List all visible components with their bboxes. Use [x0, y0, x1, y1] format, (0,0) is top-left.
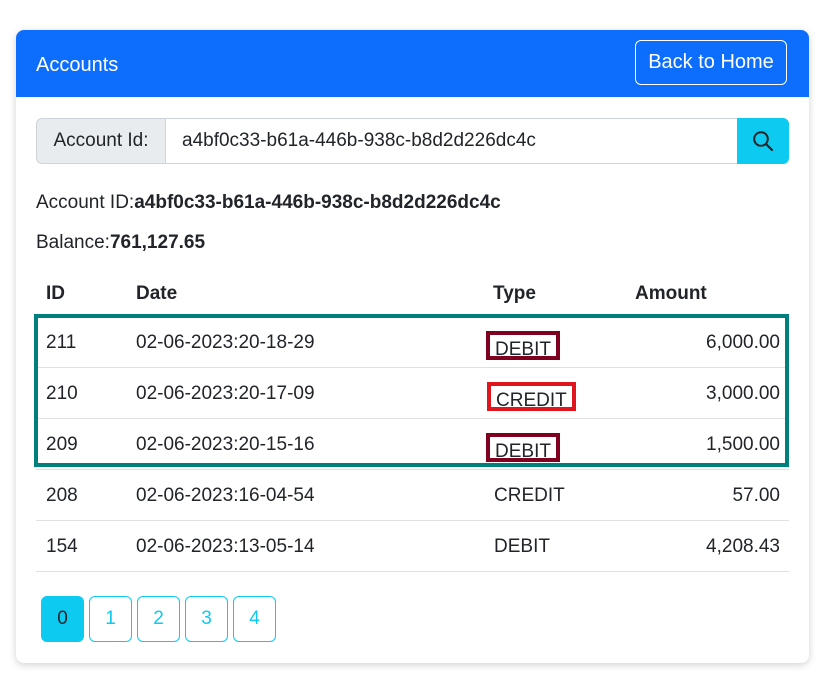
- row-amount: 6,000.00: [706, 332, 780, 353]
- column-header-amount: Amount: [635, 283, 707, 304]
- table-row: 208 02-06-2023:16-04-54 CREDIT 57.00: [36, 470, 789, 521]
- balance-line: Balance:761,127.65: [36, 232, 205, 254]
- row-amount: 1,500.00: [706, 434, 780, 455]
- accounts-card: Accounts Back to Home Account Id: Accoun…: [16, 30, 809, 663]
- card-header: Accounts Back to Home: [16, 30, 809, 97]
- account-id-label: Account Id:: [36, 118, 166, 164]
- page-button-3[interactable]: 3: [185, 596, 228, 642]
- row-id: 208: [46, 485, 78, 506]
- row-id: 154: [46, 536, 78, 557]
- row-date: 02-06-2023:13-05-14: [136, 536, 315, 557]
- page-title: Accounts: [36, 54, 119, 76]
- column-header-id: ID: [46, 283, 65, 304]
- account-id-value: a4bf0c33-b61a-446b-938c-b8d2d226dc4c: [134, 192, 501, 213]
- column-header-type: Type: [493, 283, 536, 304]
- page-button-2[interactable]: 2: [137, 596, 180, 642]
- row-type: CREDIT: [494, 485, 565, 506]
- account-search-group: Account Id:: [36, 118, 789, 164]
- row-date: 02-06-2023:20-15-16: [136, 434, 315, 455]
- table-row: 209 02-06-2023:20-15-16 DEBIT 1,500.00: [36, 419, 789, 470]
- table-row: 210 02-06-2023:20-17-09 CREDIT 3,000.00: [36, 368, 789, 419]
- row-date: 02-06-2023:20-17-09: [136, 383, 315, 404]
- column-header-date: Date: [136, 283, 178, 304]
- back-to-home-button[interactable]: Back to Home: [635, 40, 787, 85]
- page-button-1[interactable]: 1: [89, 596, 132, 642]
- table-header: ID Date Type Amount: [36, 270, 789, 317]
- row-id: 211: [46, 332, 77, 353]
- transactions-table: ID Date Type Amount 211 02-06-2023:20-18…: [36, 270, 789, 572]
- search-button[interactable]: [737, 118, 789, 164]
- balance-caption: Balance:: [36, 232, 110, 253]
- row-type: DEBIT: [494, 536, 550, 557]
- row-amount: 3,000.00: [706, 383, 780, 404]
- row-amount: 57.00: [732, 485, 780, 506]
- row-date: 02-06-2023:20-18-29: [136, 332, 315, 353]
- account-id-caption: Account ID:: [36, 192, 135, 213]
- table-row: 211 02-06-2023:20-18-29 DEBIT 6,000.00: [36, 317, 789, 368]
- debit-highlight-box: DEBIT: [486, 331, 560, 360]
- row-id: 210: [46, 383, 78, 404]
- row-amount: 4,208.43: [706, 536, 780, 557]
- balance-value: 761,127.65: [109, 232, 206, 253]
- account-id-line: Account ID:a4bf0c33-b61a-446b-938c-b8d2d…: [36, 192, 501, 214]
- page-button-0[interactable]: 0: [41, 596, 84, 642]
- account-id-input[interactable]: [165, 118, 738, 164]
- search-icon: [753, 131, 774, 152]
- debit-highlight-box: DEBIT: [486, 433, 560, 462]
- row-date: 02-06-2023:16-04-54: [136, 485, 315, 506]
- row-id: 209: [46, 434, 78, 455]
- table-row: 154 02-06-2023:13-05-14 DEBIT 4,208.43: [36, 521, 789, 572]
- page-button-4[interactable]: 4: [233, 596, 276, 642]
- credit-highlight-box: CREDIT: [487, 382, 576, 411]
